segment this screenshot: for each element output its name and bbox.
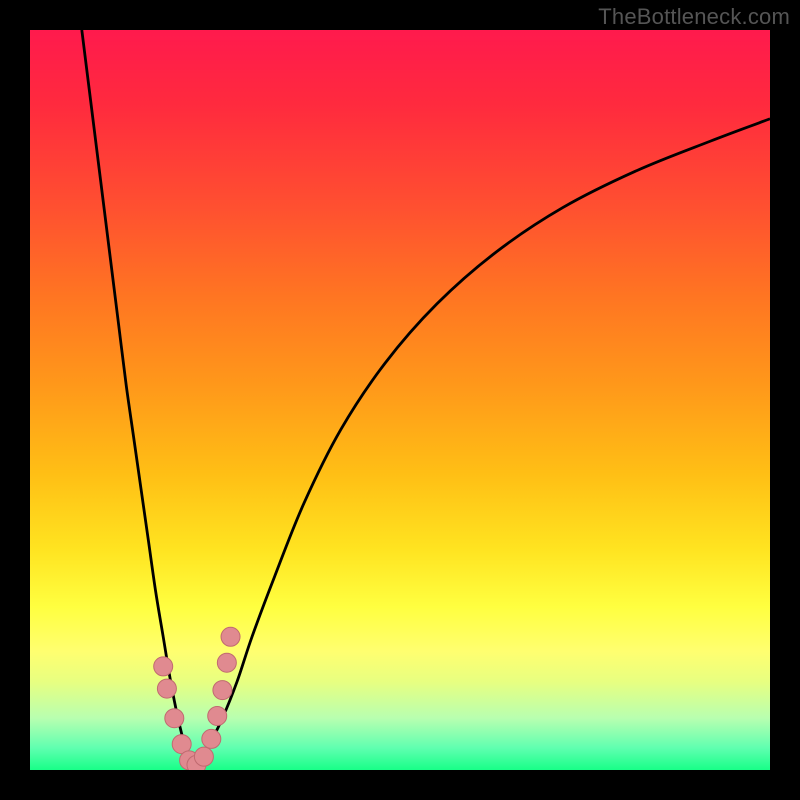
curve-left-branch (82, 30, 193, 770)
marker-dot (165, 709, 184, 728)
bottleneck-markers (154, 627, 240, 770)
curve-right-branch (193, 119, 770, 770)
curve-layer (30, 30, 770, 770)
marker-dot (202, 729, 221, 748)
watermark-text: TheBottleneck.com (598, 4, 790, 30)
marker-dot (194, 747, 213, 766)
plot-area (30, 30, 770, 770)
marker-dot (208, 706, 227, 725)
marker-dot (154, 657, 173, 676)
chart-frame: TheBottleneck.com (0, 0, 800, 800)
marker-dot (157, 679, 176, 698)
marker-dot (213, 681, 232, 700)
marker-dot (221, 627, 240, 646)
marker-dot (217, 653, 236, 672)
